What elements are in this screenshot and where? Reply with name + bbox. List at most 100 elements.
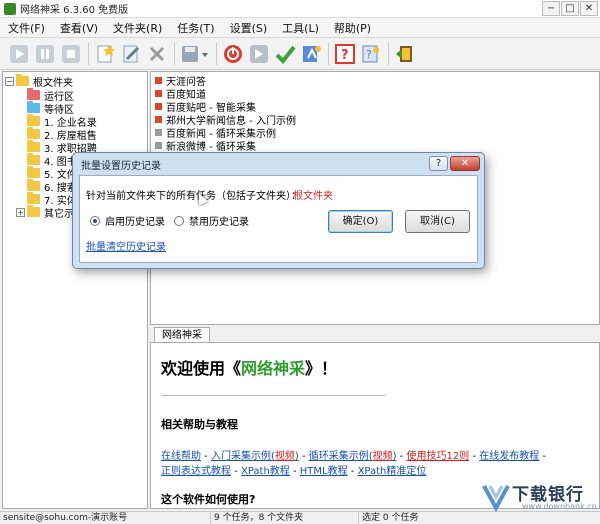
close-window-button[interactable]: ✕	[580, 1, 598, 16]
menu-file[interactable]: 文件(F)	[8, 20, 45, 36]
tab-welcome[interactable]: 网络神采	[154, 327, 210, 343]
publish-button[interactable]	[300, 43, 322, 65]
pause-button[interactable]	[34, 43, 56, 65]
menu-settings[interactable]: 设置(S)	[230, 20, 268, 36]
help-icon: ?	[335, 43, 355, 64]
task-name: 新浪微博 - 循环采集	[166, 141, 256, 153]
help-link[interactable]: 循环采集示例(	[309, 451, 373, 462]
radio-button-unchecked[interactable]	[174, 215, 184, 226]
dialog-help-button[interactable]: ?	[429, 156, 448, 171]
help-links-line1: 在线帮助 - 入门采集示例(视频) - 循环采集示例(视频) - 使用技巧12则…	[161, 447, 546, 462]
task-status-icon	[155, 89, 162, 97]
help-button[interactable]: ?	[334, 43, 356, 65]
task-status-icon	[155, 128, 162, 136]
menu-folder[interactable]: 文件夹(R)	[113, 20, 162, 36]
help-link[interactable]: 正则表达式教程	[161, 466, 231, 477]
radio-button-checked[interactable]	[90, 215, 100, 226]
help-link-highlight[interactable]: 使用技巧12则	[407, 451, 470, 462]
collapse-icon[interactable]: −	[5, 76, 14, 86]
folder-icon	[27, 140, 40, 152]
radio-enable-history[interactable]: 启用历史记录	[90, 213, 165, 228]
status-counts: 9 个任务，8 个文件夹	[210, 512, 303, 524]
cancel-button[interactable]: 取消(C)	[405, 210, 470, 233]
check-button[interactable]	[274, 43, 296, 65]
task-item[interactable]: 百度贴吧 - 智能采集	[155, 100, 256, 114]
help-link[interactable]: XPath教程	[241, 466, 290, 477]
menu-tools[interactable]: 工具(L)	[282, 20, 319, 36]
window-title: 网络神采 6.3.60 免费版	[20, 5, 129, 16]
help-link[interactable]: HTML教程	[300, 466, 348, 477]
toolbar-separator	[174, 42, 175, 65]
toolbar-separator	[388, 42, 389, 65]
dialog-close-button[interactable]: ✕	[450, 156, 480, 171]
folder-icon	[27, 88, 40, 100]
check-icon	[275, 45, 296, 64]
edit-task-button[interactable]	[120, 43, 142, 65]
help-link-highlight[interactable]: 视频	[373, 451, 393, 462]
app-logo-icon	[4, 2, 16, 15]
folder-tree: − 根文件夹 运行区 等待区 1. 企业名录 2. 房屋租售 3. 求职招聘 4…	[2, 71, 148, 509]
edit-task-icon	[123, 45, 140, 62]
batch-history-dialog: 批量设置历史记录 ? ✕ 针对当前文件夹下的所有任务（包括子文件夹）： 根文件夹…	[72, 152, 485, 269]
task-item[interactable]: 百度知道	[155, 87, 206, 101]
menu-task[interactable]: 任务(T)	[177, 20, 214, 36]
clear-history-link[interactable]: 批量清空历史记录	[86, 238, 166, 253]
welcome-brand: 网络神采	[241, 359, 306, 378]
task-item[interactable]: 百度新闻 - 循环采集示例	[155, 126, 276, 140]
radio-disable-history[interactable]: 禁用历史记录	[174, 213, 249, 228]
help-link[interactable]: 在线帮助	[161, 451, 201, 462]
maximize-button[interactable]: □	[561, 1, 579, 16]
toolbar: ? ?	[0, 38, 600, 70]
publish-icon	[303, 45, 321, 62]
task-item[interactable]: 新浪微博 - 循环采集	[155, 139, 256, 153]
link-separator: -	[396, 451, 407, 462]
stop-icon	[62, 44, 80, 63]
delete-task-button[interactable]	[146, 43, 168, 65]
usage-heading: 这个软件如何使用?	[161, 493, 256, 506]
task-status-icon	[155, 141, 162, 149]
forward-button[interactable]	[248, 43, 270, 65]
help-heading: 相关帮助与教程	[161, 418, 238, 431]
folder-icon	[27, 114, 40, 126]
toolbar-separator	[216, 42, 217, 65]
ok-button[interactable]: 确定(O)	[328, 210, 393, 233]
search-help-button[interactable]: ?	[360, 43, 382, 65]
welcome-prefix: 欢迎使用《	[161, 359, 242, 378]
play-button[interactable]	[8, 43, 30, 65]
folder-icon	[27, 166, 40, 178]
task-item[interactable]: 天涯问答	[155, 74, 206, 88]
help-link[interactable]: 在线发布教程	[479, 451, 539, 462]
exit-button[interactable]	[394, 43, 416, 65]
minimize-button[interactable]: −	[542, 1, 560, 16]
new-task-button[interactable]	[94, 43, 116, 65]
search-help-icon: ?	[362, 45, 379, 62]
expand-icon[interactable]: +	[16, 207, 25, 217]
power-button[interactable]	[222, 43, 244, 65]
task-item[interactable]: 郑州大学新闻信息 - 入门示例	[155, 113, 296, 127]
folder-icon	[27, 153, 40, 165]
tree-root[interactable]: − 根文件夹	[5, 74, 73, 89]
status-selected: 选定 0 个任务	[358, 512, 418, 524]
dialog-title: 批量设置历史记录	[81, 161, 161, 172]
tree-item-other[interactable]: + 其它示	[16, 205, 74, 220]
new-task-icon	[97, 44, 115, 62]
stop-button[interactable]	[60, 43, 82, 65]
folder-icon	[27, 205, 40, 217]
divider	[161, 395, 386, 396]
radio-disable-label: 禁用历史记录	[189, 217, 249, 228]
save-button[interactable]	[180, 43, 210, 65]
menu-help[interactable]: 帮助(P)	[334, 20, 371, 36]
folder-icon	[27, 179, 40, 191]
exit-icon	[396, 45, 412, 62]
task-status-icon	[155, 76, 162, 84]
link-separator: -	[231, 466, 241, 477]
menu-view[interactable]: 查看(V)	[60, 20, 98, 36]
help-link-highlight[interactable]: 视频	[275, 451, 295, 462]
help-link[interactable]: 入门采集示例(	[211, 451, 275, 462]
tree-item-label: 其它示	[44, 208, 74, 220]
svg-text:?: ?	[366, 48, 372, 61]
status-account: sensite@sohu.com-演示账号	[3, 513, 128, 523]
menu-bar: 文件(F) 查看(V) 文件夹(R) 任务(T) 设置(S) 工具(L) 帮助(…	[0, 18, 600, 38]
help-link[interactable]: XPath精准定位	[358, 466, 427, 477]
folder-icon	[16, 74, 29, 86]
